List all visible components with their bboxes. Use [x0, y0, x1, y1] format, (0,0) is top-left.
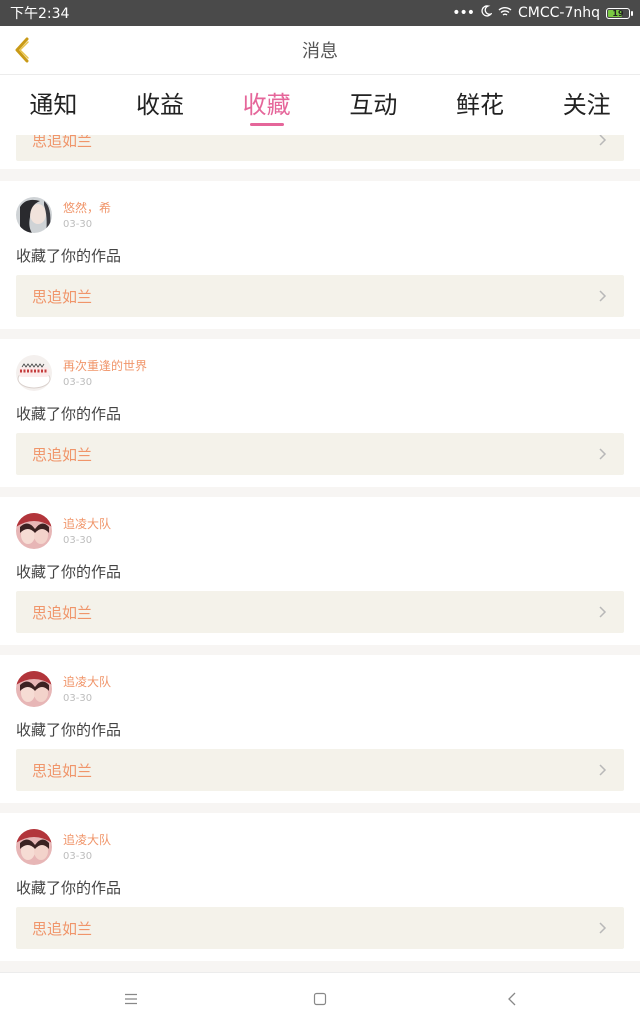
- action-text: 收藏了你的作品: [16, 879, 122, 897]
- message-card: 追凌大队 03-30 收藏了你的作品 思追如兰: [0, 655, 640, 803]
- status-time: 下午2:34: [10, 6, 70, 22]
- message-date: 03-30: [63, 535, 93, 546]
- avatar[interactable]: [16, 513, 52, 549]
- work-link[interactable]: 思追如兰: [16, 907, 624, 949]
- work-title: 思追如兰: [32, 446, 93, 464]
- page-title: 消息: [302, 41, 338, 62]
- message-date: 03-30: [63, 219, 93, 230]
- back-nav-button[interactable]: [498, 985, 526, 1013]
- work-title: 思追如兰: [32, 762, 93, 780]
- chevron-right-icon: [599, 135, 607, 146]
- work-link[interactable]: 思追如兰: [16, 135, 624, 161]
- message-date: 03-30: [63, 377, 93, 388]
- moon-icon: [480, 5, 493, 21]
- tab-earnings[interactable]: 收益: [107, 75, 214, 135]
- work-link[interactable]: 思追如兰: [16, 275, 624, 317]
- tab-bar: 通知 收益 收藏 互动 鲜花 关注: [0, 75, 640, 135]
- back-button[interactable]: [8, 34, 36, 66]
- chevron-right-icon: [599, 606, 607, 618]
- chevron-right-icon: [599, 448, 607, 460]
- menu-button[interactable]: [117, 985, 145, 1013]
- message-date: 03-30: [63, 693, 93, 704]
- action-text: 收藏了你的作品: [16, 405, 122, 423]
- chevron-right-icon: [599, 922, 607, 934]
- system-nav-bar: [0, 972, 640, 1025]
- status-icons: ••• CMCC-7nhq 19: [452, 5, 633, 21]
- work-link[interactable]: 思追如兰: [16, 433, 624, 475]
- work-link[interactable]: 思追如兰: [16, 749, 624, 791]
- more-dots-icon: •••: [452, 5, 475, 21]
- action-text: 收藏了你的作品: [16, 247, 122, 265]
- action-text: 收藏了你的作品: [16, 721, 122, 739]
- battery-level: 19: [612, 8, 624, 18]
- avatar[interactable]: [16, 355, 52, 391]
- status-bar: 下午2:34 ••• CMCC-7nhq 19: [0, 0, 640, 26]
- username[interactable]: 追凌大队: [63, 515, 111, 532]
- chevron-right-icon: [599, 290, 607, 302]
- avatar[interactable]: [16, 671, 52, 707]
- message-feed[interactable]: 思追如兰 悠然，希 03-30 收藏了你的作品 思追如兰 再次重逢的世界 03-…: [0, 135, 640, 971]
- tab-flowers[interactable]: 鲜花: [427, 75, 534, 135]
- back-arrow-icon: [508, 992, 516, 1006]
- avatar[interactable]: [16, 197, 52, 233]
- tab-notifications[interactable]: 通知: [0, 75, 107, 135]
- action-text: 收藏了你的作品: [16, 563, 122, 581]
- work-title: 思追如兰: [32, 135, 93, 150]
- message-card-partial: 思追如兰: [0, 135, 640, 169]
- chevron-right-icon: [599, 764, 607, 776]
- message-card: 追凌大队 03-30 收藏了你的作品 思追如兰: [0, 497, 640, 645]
- menu-icon: [125, 993, 137, 1005]
- message-card: 再次重逢的世界 03-30 收藏了你的作品 思追如兰: [0, 339, 640, 487]
- nav-bar: 消息: [0, 26, 640, 75]
- chevron-left-icon: [15, 37, 29, 63]
- work-title: 思追如兰: [32, 604, 93, 622]
- avatar[interactable]: [16, 829, 52, 865]
- work-link[interactable]: 思追如兰: [16, 591, 624, 633]
- username[interactable]: 再次重逢的世界: [63, 357, 147, 374]
- message-card: 追凌大队 03-30 收藏了你的作品 思追如兰: [0, 813, 640, 961]
- home-square-icon: [313, 992, 327, 1006]
- username[interactable]: 追凌大队: [63, 673, 111, 690]
- username[interactable]: 悠然，希: [63, 199, 111, 216]
- work-title: 思追如兰: [32, 288, 93, 306]
- wifi-icon: [498, 5, 512, 21]
- tab-following[interactable]: 关注: [533, 75, 640, 135]
- message-card: 悠然，希 03-30 收藏了你的作品 思追如兰: [0, 181, 640, 329]
- work-title: 思追如兰: [32, 920, 93, 938]
- tab-favorites[interactable]: 收藏: [213, 75, 320, 135]
- tab-interactions[interactable]: 互动: [320, 75, 427, 135]
- message-date: 03-30: [63, 851, 93, 862]
- carrier-name: CMCC-7nhq: [518, 5, 600, 21]
- battery-icon: 19: [606, 7, 633, 19]
- username[interactable]: 追凌大队: [63, 831, 111, 848]
- home-button[interactable]: [306, 985, 334, 1013]
